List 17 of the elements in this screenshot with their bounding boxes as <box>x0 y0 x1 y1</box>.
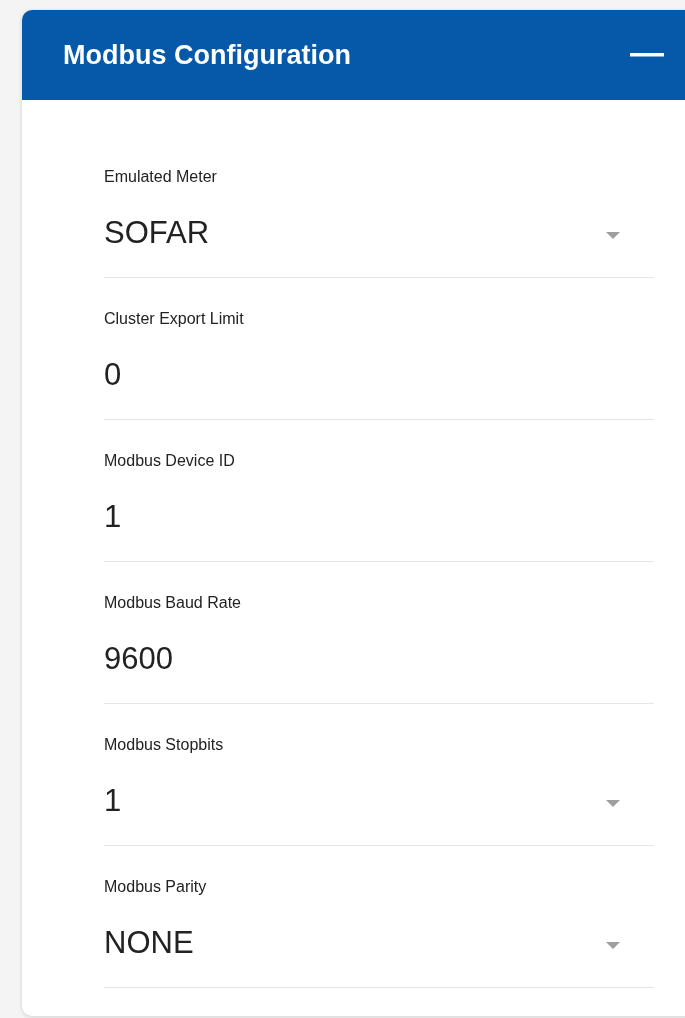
caret-icon <box>606 941 620 950</box>
panel-title: Modbus Configuration <box>63 39 351 71</box>
select-field[interactable]: NONE <box>104 898 654 988</box>
input-field[interactable]: 1 <box>104 472 654 562</box>
input-field[interactable]: 0 <box>104 330 654 420</box>
caret-icon <box>606 799 620 808</box>
field-label: Emulated Meter <box>104 167 218 187</box>
minus-icon <box>630 53 664 57</box>
field-label: Cluster Export Limit <box>104 309 245 329</box>
caret-icon <box>606 231 620 240</box>
field-label: Modbus Baud Rate <box>104 593 242 613</box>
input-field[interactable]: 9600 <box>104 614 654 704</box>
field-label: Modbus Parity <box>104 877 208 897</box>
select-field[interactable]: 1 <box>104 756 654 846</box>
field-label: Modbus Device ID <box>104 451 236 471</box>
field-label: Modbus Stopbits <box>104 735 225 755</box>
select-field[interactable]: SOFAR <box>104 188 654 278</box>
